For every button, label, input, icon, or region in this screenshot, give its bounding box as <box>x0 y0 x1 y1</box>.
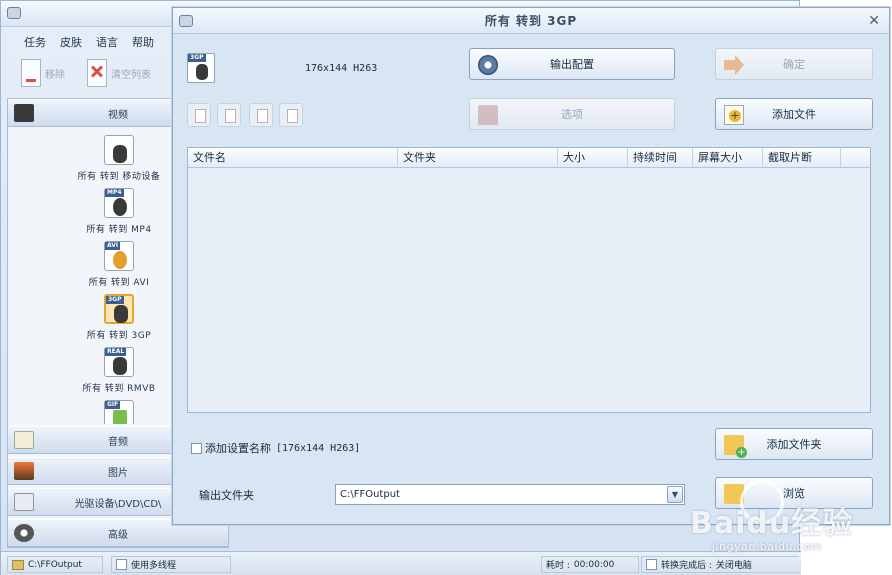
column-filename[interactable]: 文件名 <box>188 148 398 168</box>
menu-task[interactable]: 任务 <box>17 31 53 51</box>
add-folder-label: 添加文件夹 <box>766 438 822 451</box>
add-folder-icon <box>724 435 747 458</box>
arrow-right-icon <box>724 55 744 75</box>
dialog-title: 所有 转到 3GP <box>484 14 578 28</box>
play-tool[interactable] <box>249 103 273 127</box>
3gp-format-icon: 3GP <box>187 53 215 83</box>
category-disc-label: 光驱设备\DVD\CD\ <box>74 498 162 510</box>
3gp-icon: 3GP <box>104 294 134 324</box>
output-folder-label: 输出文件夹 <box>199 489 254 502</box>
options-button[interactable]: 选项 <box>469 98 675 130</box>
avi-icon: AVI <box>104 241 134 271</box>
picture-icon <box>14 462 34 480</box>
browse-folder-icon <box>724 484 744 504</box>
clear-list-icon <box>87 59 107 87</box>
add-folder-button[interactable]: 添加文件夹 <box>715 428 873 460</box>
add-setting-name-label: 添加设置名称 <box>205 442 271 455</box>
multithread-checkbox[interactable] <box>116 559 127 570</box>
output-path-text: C:\FFOutput <box>28 559 82 570</box>
dialog-title-bar: 所有 转到 3GP ✕ <box>173 8 889 34</box>
output-folder-value: C:\FFOutput <box>340 489 400 500</box>
multithread-option[interactable]: 使用多线程 <box>111 556 231 573</box>
browse-button[interactable]: 浏览 <box>715 477 873 509</box>
column-duration[interactable]: 持续时间 <box>628 148 693 168</box>
menu-skin[interactable]: 皮肤 <box>53 31 89 51</box>
column-folder[interactable]: 文件夹 <box>398 148 558 168</box>
gif-icon: GIF <box>104 400 134 424</box>
output-config-label: 输出配置 <box>550 58 594 71</box>
mp4-icon: MP4 <box>104 188 134 218</box>
options-label: 选项 <box>561 108 583 121</box>
file-list-header: 文件名 文件夹 大小 持续时间 屏幕大小 截取片断 <box>188 148 870 168</box>
add-setting-name-spec: [176x144 H263] <box>276 442 361 454</box>
remove-label: 移除 <box>45 69 65 81</box>
rmvb-icon: REAL <box>104 347 134 377</box>
music-icon <box>14 431 34 449</box>
app-icon <box>179 15 193 27</box>
menu-language[interactable]: 语言 <box>89 31 125 51</box>
clear-list-label: 清空列表 <box>111 69 151 81</box>
column-clip[interactable]: 截取片断 <box>763 148 841 168</box>
elapsed-time: 耗时 : 00:00:00 <box>541 556 639 573</box>
convert-dialog: 所有 转到 3GP ✕ 3GP 176x144 H263 输出配置 确定 选项 … <box>172 7 890 525</box>
film-icon <box>478 105 498 125</box>
after-convert-option[interactable]: 转换完成后 : 关闭电脑 <box>641 556 799 573</box>
add-file-icon <box>724 105 744 125</box>
info-tool[interactable] <box>279 103 303 127</box>
output-path-status[interactable]: C:\FFOutput <box>7 556 103 573</box>
remove-icon <box>21 59 41 87</box>
category-video-label: 视频 <box>108 109 128 121</box>
disc-drive-icon <box>14 493 34 511</box>
status-bar: C:\FFOutput 使用多线程 耗时 : 00:00:00 转换完成后 : … <box>1 551 801 575</box>
file-list[interactable]: 文件名 文件夹 大小 持续时间 屏幕大小 截取片断 <box>187 147 871 413</box>
browse-label: 浏览 <box>783 487 805 500</box>
output-folder-select[interactable]: C:\FFOutput ▼ <box>335 484 685 505</box>
clear-list-button[interactable]: 清空列表 <box>87 55 151 91</box>
film-icon <box>14 104 34 122</box>
chevron-down-icon[interactable]: ▼ <box>667 486 683 503</box>
close-icon[interactable]: ✕ <box>868 8 881 34</box>
format-spec: 176x144 H263 <box>305 63 378 74</box>
menu-help[interactable]: 帮助 <box>125 31 161 51</box>
column-screen-size[interactable]: 屏幕大小 <box>693 148 763 168</box>
menu-bar: 任务 皮肤 语言 帮助 <box>1 31 161 51</box>
main-toolbar: 移除 清空列表 <box>15 55 175 95</box>
film-reel-icon <box>14 524 34 542</box>
category-advanced-label: 高级 <box>108 529 128 541</box>
elapsed-label: 耗时 : <box>546 561 570 571</box>
ok-label: 确定 <box>783 58 805 71</box>
column-size[interactable]: 大小 <box>558 148 628 168</box>
after-convert-label: 转换完成后 : <box>661 561 712 571</box>
mobile-devices-icon <box>104 135 134 165</box>
multithread-label: 使用多线程 <box>131 561 177 571</box>
gear-icon <box>478 55 498 75</box>
output-config-button[interactable]: 输出配置 <box>469 48 675 80</box>
add-setting-name-option[interactable]: 添加设置名称 [176x144 H263] <box>191 440 360 456</box>
category-audio-label: 音频 <box>108 436 128 448</box>
add-setting-name-checkbox[interactable] <box>191 442 202 454</box>
category-image-label: 图片 <box>108 467 128 479</box>
add-file-label: 添加文件 <box>772 108 816 121</box>
elapsed-value: 00:00:00 <box>573 559 615 570</box>
ok-button[interactable]: 确定 <box>715 48 873 80</box>
remove-file-tool[interactable] <box>187 103 211 127</box>
after-convert-action: 关闭电脑 <box>715 561 752 571</box>
clear-list-tool[interactable] <box>217 103 241 127</box>
after-convert-checkbox[interactable] <box>646 559 657 570</box>
remove-button[interactable]: 移除 <box>21 55 65 91</box>
add-file-button[interactable]: 添加文件 <box>715 98 873 130</box>
app-icon <box>7 7 21 19</box>
folder-icon <box>12 559 24 570</box>
